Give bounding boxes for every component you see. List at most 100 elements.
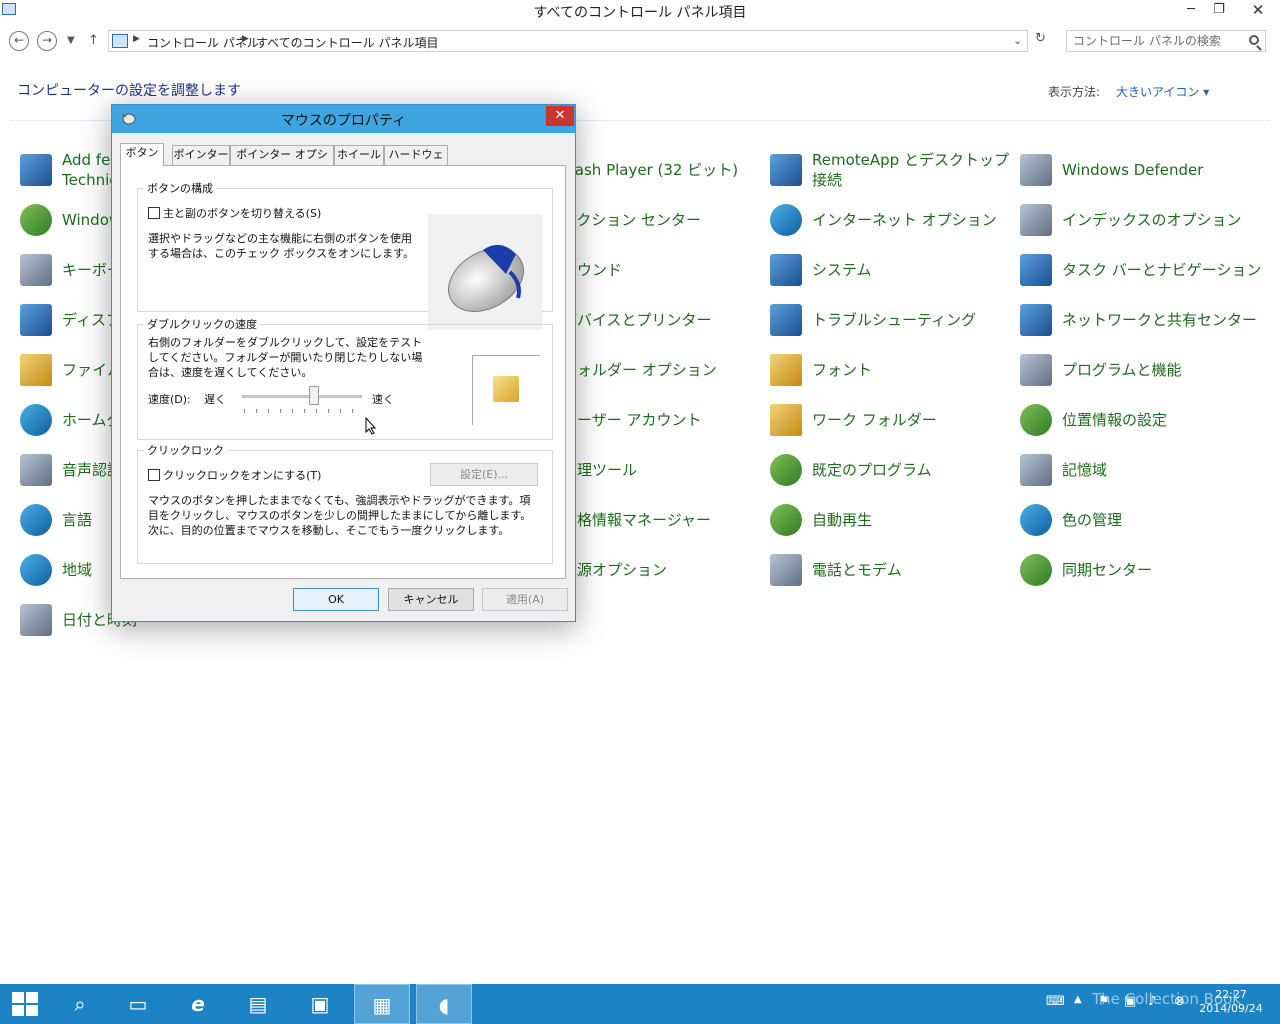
recent-dropdown-icon[interactable]: ▼ — [67, 31, 75, 51]
clicklock-checkbox[interactable]: クリックロックをオンにする(T) — [148, 467, 321, 483]
cp-item-taskbar-navigation[interactable]: タスク バーとナビゲーション — [1020, 248, 1262, 292]
cp-item-autoplay[interactable]: 自動再生 — [770, 498, 1010, 542]
start-button[interactable] — [0, 984, 56, 1024]
tab-pointers[interactable]: ポインター — [172, 145, 230, 165]
taskbar: ⌕ ▭ e ▤ ▣ ▦ ◖ — [0, 984, 1280, 1024]
cp-item-system[interactable]: システム — [770, 248, 1010, 292]
volume-icon[interactable]: ♪ — [1148, 994, 1156, 1009]
control-panel-taskbar-icon[interactable]: ▦ — [354, 984, 410, 1024]
slider-ticks — [244, 409, 360, 413]
display-icon — [20, 304, 52, 336]
dialog-close-button[interactable]: ✕ — [546, 106, 574, 126]
cp-item-label: タスク バーとナビゲーション — [1062, 261, 1262, 279]
speed-slider-thumb[interactable] — [309, 386, 319, 405]
file-history-icon — [20, 354, 52, 386]
cancel-button[interactable]: キャンセル — [388, 588, 474, 611]
dialog-title-bar[interactable]: マウスのプロパティ ✕ — [112, 105, 575, 133]
address-field[interactable]: ▶ コントロール パネル ▶ すべてのコントロール パネル項目 ⌄ — [108, 30, 1028, 52]
store-icon[interactable]: ▣ — [292, 984, 348, 1024]
mouse-illustration — [428, 214, 542, 330]
cp-item-indexing[interactable]: インデックスのオプション — [1020, 198, 1260, 242]
clicklock-settings-button[interactable]: 設定(E)... — [430, 463, 538, 486]
internet-options-icon — [770, 204, 802, 236]
cp-item-default-programs[interactable]: 既定のプログラム — [770, 448, 1010, 492]
clicklock-description: マウスのボタンを押したままでなくても、強調表示やドラッグができます。項目をクリッ… — [148, 494, 532, 537]
action-center-flag-icon[interactable]: ⚑ — [1098, 994, 1110, 1009]
cp-item-programs-features[interactable]: プログラムと機能 — [1020, 348, 1260, 392]
cp-item-storage-spaces[interactable]: 記憶域 — [1020, 448, 1260, 492]
color-management-icon — [1020, 504, 1052, 536]
work-folders-icon — [770, 404, 802, 436]
windows-update-icon — [20, 204, 52, 236]
clock-date: 2014/09/24 — [1199, 1002, 1263, 1015]
view-by-label: 表示方法: — [1048, 85, 1101, 99]
cp-item-label: 既定のプログラム — [812, 461, 932, 479]
switch-buttons-checkbox[interactable]: 主と副のボタンを切り替える(S) — [148, 205, 321, 221]
checkbox-box[interactable] — [148, 207, 160, 219]
network-tray-icon[interactable]: ▣ — [1124, 994, 1136, 1009]
sync-icon — [1020, 554, 1052, 586]
cp-item-label: 位置情報の設定 — [1062, 411, 1168, 429]
apply-button[interactable]: 適用(A) — [482, 588, 568, 611]
cp-item-phone-modem[interactable]: 電話とモデム — [770, 548, 1010, 592]
view-by-dropdown[interactable]: 大きいアイコン ▾ — [1116, 83, 1209, 100]
location-icon — [1020, 404, 1052, 436]
close-button[interactable]: ✕ — [1236, 0, 1280, 22]
cp-item-remoteapp[interactable]: RemoteApp とデスクトップ接続 — [770, 148, 1010, 192]
cp-item-network-sharing[interactable]: ネットワークと共有センター — [1020, 298, 1260, 342]
cp-item-label: プログラムと機能 — [1062, 361, 1182, 379]
show-hidden-icons[interactable]: ▲ — [1074, 994, 1082, 1005]
cp-item-label: Flash Player (32 ビット) — [562, 161, 739, 179]
chevron-down-icon[interactable]: ⌄ — [1013, 34, 1022, 47]
tab-wheel[interactable]: ホイール — [334, 145, 384, 165]
chevron-right-icon[interactable]: ▶ — [242, 34, 249, 44]
back-button[interactable]: ← — [9, 31, 29, 51]
keyboard-tray-icon[interactable]: ⌨ — [1046, 994, 1065, 1009]
cp-item-location-settings[interactable]: 位置情報の設定 — [1020, 398, 1260, 442]
chevron-right-icon[interactable]: ▶ — [133, 34, 140, 44]
up-button[interactable]: ↑ — [88, 31, 99, 51]
minimize-button[interactable]: ─ — [1176, 0, 1206, 22]
indexing-icon — [1020, 204, 1052, 236]
breadcrumb-all-items[interactable]: すべてのコントロール パネル項目 — [256, 34, 439, 51]
search-taskbar-icon[interactable]: ⌕ — [52, 984, 108, 1024]
internet-explorer-icon[interactable]: e — [170, 984, 226, 1024]
task-view-icon[interactable]: ▭ — [110, 984, 166, 1024]
language-icon — [20, 504, 52, 536]
clock[interactable]: 22:27 2014/09/24 — [1196, 988, 1266, 1016]
speed-slider-track[interactable] — [242, 395, 362, 398]
remoteapp-icon — [770, 154, 802, 186]
add-features-icon — [20, 154, 52, 186]
test-folder-area[interactable] — [472, 355, 540, 425]
cp-item-work-folders[interactable]: ワーク フォルダー — [770, 398, 1010, 442]
cp-item-windows-defender[interactable]: Windows Defender — [1020, 148, 1260, 192]
checkbox-label: クリックロックをオンにする(T) — [163, 469, 322, 482]
cp-item-fonts[interactable]: フォント — [770, 348, 1010, 392]
checkbox-box[interactable] — [148, 469, 160, 481]
clicklock-group: クリックロック クリックロックをオンにする(T) 設定(E)... マウスのボタ… — [137, 442, 553, 564]
file-explorer-icon[interactable]: ▤ — [230, 984, 286, 1024]
system-icon — [770, 254, 802, 286]
cp-item-color-management[interactable]: 色の管理 — [1020, 498, 1260, 542]
search-field[interactable] — [1066, 30, 1266, 52]
search-input[interactable] — [1073, 33, 1243, 49]
page-title: コンピューターの設定を調整します — [17, 83, 241, 99]
refresh-icon[interactable]: ↻ — [1035, 31, 1046, 46]
windows-logo-icon — [12, 992, 38, 1016]
mouse-properties-taskbar-icon[interactable]: ◖ — [416, 984, 472, 1024]
cp-item-troubleshooting[interactable]: トラブルシューティング — [770, 298, 1010, 342]
mouse-cursor-icon — [365, 417, 377, 435]
folder-icon[interactable] — [493, 376, 519, 402]
tab-hardware[interactable]: ハードウェア — [384, 145, 448, 179]
cp-item-label: RemoteApp とデスクトップ接続 — [812, 151, 1009, 189]
tab-buttons[interactable]: ボタン — [120, 143, 164, 166]
cp-item-sync-center[interactable]: 同期センター — [1020, 548, 1260, 592]
restore-button[interactable]: ❐ — [1204, 0, 1234, 22]
notification-icon[interactable]: ⊗ — [1174, 994, 1185, 1009]
default-programs-icon — [770, 454, 802, 486]
search-icon[interactable] — [1249, 35, 1259, 45]
forward-button[interactable]: → — [37, 31, 57, 51]
ok-button[interactable]: OK — [293, 588, 379, 611]
cp-item-internet-options[interactable]: インターネット オプション — [770, 198, 1010, 242]
tab-pointer-options[interactable]: ポインター オプション — [230, 145, 334, 179]
